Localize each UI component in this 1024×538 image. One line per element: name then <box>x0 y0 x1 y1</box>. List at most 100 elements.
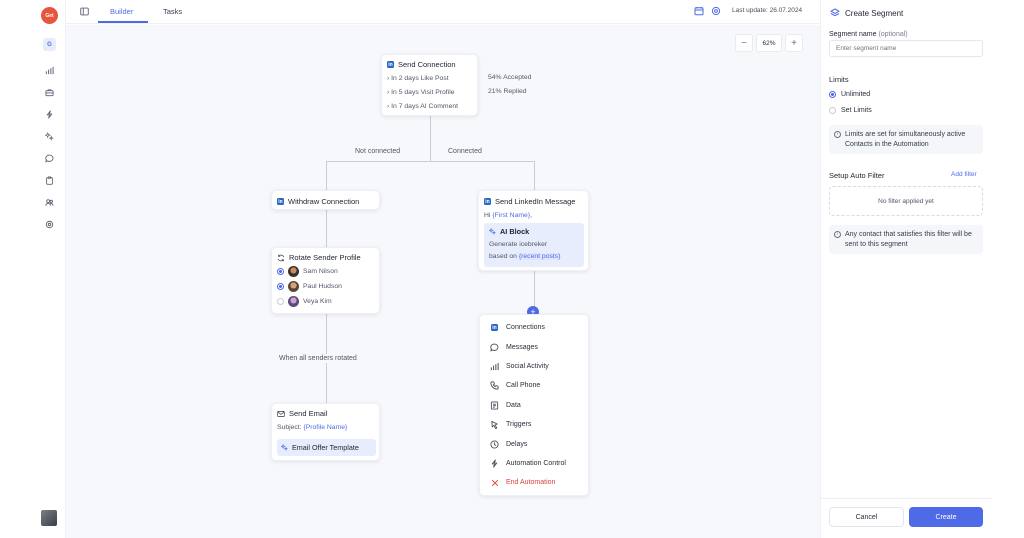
chart-icon[interactable] <box>44 65 54 75</box>
info-icon: i <box>834 231 841 238</box>
menu-item-social-activity[interactable]: Social Activity <box>490 357 578 376</box>
ai-block-title: AI Block <box>500 227 530 236</box>
option-label: Set Limits <box>841 107 872 114</box>
add-action-menu: in Connections Messages Social Activity … <box>479 314 589 496</box>
ai-icon <box>281 444 288 451</box>
layers-icon <box>830 8 840 17</box>
menu-item-automation-control[interactable]: Automation Control <box>490 454 578 473</box>
menu-item-end-automation[interactable]: End Automation <box>490 473 578 492</box>
menu-item-delays[interactable]: Delays <box>490 434 578 453</box>
bolt-icon <box>490 459 499 468</box>
zoom-in-button[interactable]: + <box>785 34 803 52</box>
email-icon <box>277 410 285 417</box>
limit-option-set-limits[interactable]: Set Limits <box>829 107 872 114</box>
tab-builder[interactable]: Builder <box>110 7 133 16</box>
send-email-node[interactable]: Send Email Subject: {Profile Name} Email… <box>271 403 380 461</box>
filter-info-note: i Any contact that satisfies this filter… <box>829 225 983 254</box>
add-filter-link[interactable]: Add filter <box>951 171 977 178</box>
segment-name-input[interactable] <box>829 40 983 57</box>
radio-button[interactable] <box>829 107 836 114</box>
node-title: Withdraw Connection <box>288 197 360 206</box>
rotate-icon <box>277 254 285 261</box>
settings-icon[interactable] <box>44 219 54 229</box>
empty-filter-text: No filter applied yet <box>878 197 934 205</box>
chat-icon[interactable] <box>44 153 54 163</box>
menu-item-connections[interactable]: in Connections <box>490 318 578 337</box>
zoom-out-button[interactable]: − <box>735 34 753 52</box>
branch-label-not-connected: Not connected <box>355 148 401 155</box>
clipboard-icon[interactable] <box>44 175 54 185</box>
user-avatar[interactable] <box>41 510 57 526</box>
ai-icon <box>489 228 496 235</box>
sender-radio[interactable] <box>277 298 284 305</box>
limit-option-unlimited[interactable]: Unlimited <box>829 91 870 98</box>
linkedin-icon: in <box>277 198 284 205</box>
node-title: Send Connection <box>398 60 456 69</box>
ai-icon[interactable] <box>44 131 54 141</box>
step-text: In 5 days Visit Profile <box>391 89 455 96</box>
calendar-icon[interactable] <box>694 6 704 16</box>
create-button[interactable]: Create <box>909 507 983 527</box>
menu-item-label: Triggers <box>506 421 532 429</box>
users-icon[interactable] <box>44 197 54 207</box>
withdraw-connection-node[interactable]: in Withdraw Connection <box>271 190 380 210</box>
briefcase-icon[interactable] <box>44 87 54 97</box>
close-icon <box>490 478 499 487</box>
step-line: › In 7 days AI Comment <box>387 103 459 110</box>
panel-footer: Cancel Create <box>821 498 992 538</box>
menu-item-messages[interactable]: Messages <box>490 337 578 356</box>
sender-option[interactable]: Sam Nilson <box>277 266 338 277</box>
bolt-icon[interactable] <box>44 109 54 119</box>
sender-avatar <box>288 296 299 307</box>
tab-tasks[interactable]: Tasks <box>163 7 182 16</box>
linkedin-icon: in <box>491 324 498 332</box>
field-label: Segment name <box>829 31 877 38</box>
sender-option[interactable]: Veya Kim <box>277 296 332 307</box>
phone-icon <box>490 381 499 390</box>
optional-hint: (optional) <box>878 31 908 38</box>
zoom-level: 62% <box>756 34 782 52</box>
step-line: › In 5 days Visit Profile <box>387 89 455 96</box>
rotate-sender-node[interactable]: Rotate Sender Profile Sam Nilson Paul Hu… <box>271 247 380 314</box>
menu-item-label: Data <box>506 401 521 409</box>
info-icon: i <box>834 131 841 138</box>
node-title: Rotate Sender Profile <box>289 253 361 262</box>
node-title: Send LinkedIn Message <box>495 197 576 206</box>
sender-option[interactable]: Paul Hudson <box>277 281 342 292</box>
sender-radio[interactable] <box>277 283 284 290</box>
branch-label-connected: Connected <box>448 148 482 155</box>
menu-item-triggers[interactable]: Triggers <box>490 415 578 434</box>
node-title-row: Send Email <box>277 409 327 418</box>
ai-block[interactable]: AI Block Generate icebreker based on {re… <box>484 223 584 267</box>
radio-button[interactable] <box>829 91 836 98</box>
step-text: In 7 days AI Comment <box>391 103 459 110</box>
active-tab-indicator <box>98 21 148 23</box>
sender-radio[interactable] <box>277 268 284 275</box>
note-text: Limits are set for simultaneously active… <box>845 131 966 149</box>
menu-item-label: Delays <box>506 440 528 448</box>
menu-item-data[interactable]: Data <box>490 396 578 415</box>
data-icon <box>490 401 499 410</box>
menu-item-label: Call Phone <box>506 382 541 390</box>
greeting-text: Hi <box>484 212 491 219</box>
zoom-controls: − 62% + <box>735 34 803 52</box>
ai-block-line: based on {recent posts} <box>489 253 561 260</box>
bar-chart-icon <box>490 362 499 371</box>
sidebar-toggle-icon[interactable] <box>80 7 89 16</box>
linkedin-icon: in <box>387 61 394 68</box>
send-connection-node[interactable]: in Send Connection › In 2 days Like Post… <box>381 54 478 116</box>
menu-item-label: End Automation <box>506 479 556 487</box>
send-linkedin-message-node[interactable]: in Send LinkedIn Message Hi {First Name}… <box>478 190 589 271</box>
settings-icon[interactable] <box>711 6 721 16</box>
sender-name: Veya Kim <box>303 298 332 305</box>
app-logo[interactable]: Get <box>41 7 58 24</box>
menu-item-call-phone[interactable]: Call Phone <box>490 376 578 395</box>
connector-line <box>326 161 327 190</box>
email-template-chip[interactable]: Email Offer Template <box>277 439 376 456</box>
message-greeting: Hi {First Name}, <box>484 212 532 219</box>
workspace-badge[interactable]: G <box>43 38 56 51</box>
sender-avatar <box>288 281 299 292</box>
replied-stat: 21% Replied <box>488 88 527 95</box>
cancel-button[interactable]: Cancel <box>829 507 904 527</box>
filter-dropzone[interactable]: No filter applied yet <box>829 186 983 216</box>
